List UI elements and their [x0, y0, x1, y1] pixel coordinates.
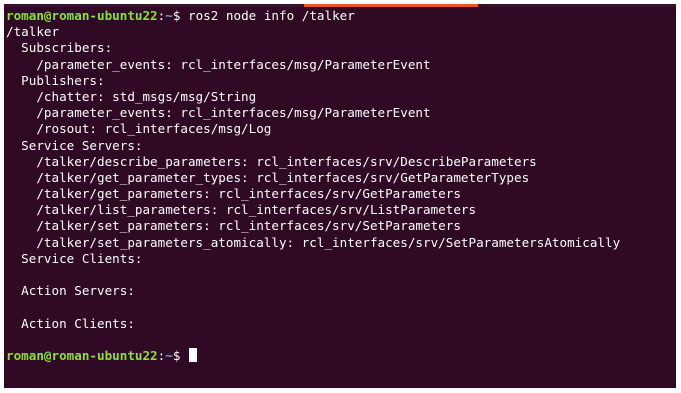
output-line: /talker/get_parameter_types: rcl_interfa… — [6, 169, 530, 185]
output-line: Service Servers: — [6, 137, 143, 153]
prompt-user-host: roman@roman-ubuntu22 — [6, 347, 158, 363]
command-text: ros2 node info /talker — [188, 8, 355, 23]
output-line: /talker/describe_parameters: rcl_interfa… — [6, 153, 537, 169]
output-line: /rosout: rcl_interfaces/msg/Log — [6, 121, 272, 137]
output-line: /talker/set_parameters: rcl_interfaces/s… — [6, 218, 461, 234]
prompt-user-host: roman@roman-ubuntu22 — [6, 8, 158, 23]
output-line: /parameter_events: rcl_interfaces/msg/Pa… — [6, 105, 431, 121]
prompt-line[interactable]: roman@roman-ubuntu22:~$ — [6, 347, 676, 364]
prompt-symbol: $ — [172, 347, 189, 363]
output-line: Publishers: — [6, 72, 105, 88]
prompt-path: ~ — [165, 347, 173, 363]
terminal-window[interactable]: roman@roman-ubuntu22:~$ ros2 node info /… — [4, 4, 676, 388]
output-line: Action Servers: — [6, 283, 135, 299]
terminal-output: roman@roman-ubuntu22:~$ ros2 node info /… — [6, 8, 676, 364]
output-line: /talker/set_parameters_atomically: rcl_i… — [6, 234, 621, 250]
output-line: Service Clients: — [6, 250, 143, 266]
output-line: /parameter_events: rcl_interfaces/msg/Pa… — [6, 56, 431, 72]
prompt-path: ~ — [165, 8, 173, 23]
command-line: roman@roman-ubuntu22:~$ ros2 node info /… — [6, 8, 676, 24]
output-line: /talker/get_parameters: rcl_interfaces/s… — [6, 186, 461, 202]
prompt-symbol: $ — [172, 8, 189, 23]
output-line: /chatter: std_msgs/msg/String — [6, 88, 257, 104]
output-line: Subscribers: — [6, 40, 113, 56]
output-line: /talker — [6, 24, 60, 40]
output-line: /talker/list_parameters: rcl_interfaces/… — [6, 202, 477, 218]
output-line: Action Clients: — [6, 315, 135, 331]
text-cursor[interactable] — [189, 347, 198, 362]
active-tab-indicator — [304, 4, 478, 7]
